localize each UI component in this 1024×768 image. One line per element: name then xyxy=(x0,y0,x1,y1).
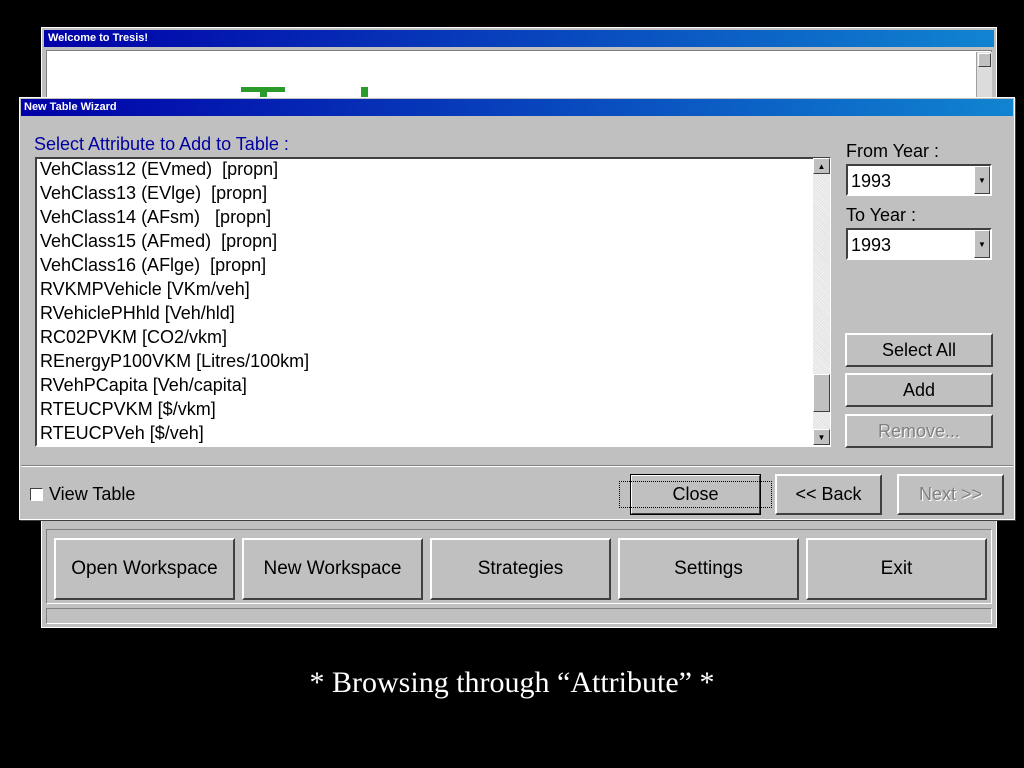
settings-button[interactable]: Settings xyxy=(618,538,799,600)
attribute-list-item[interactable]: VehClass16 (AFlge) [propn] xyxy=(37,255,829,279)
attribute-list-item[interactable]: VehClass13 (EVlge) [propn] xyxy=(37,183,829,207)
main-button-row: Open Workspace New Workspace Strategies … xyxy=(46,529,992,604)
scroll-up-icon[interactable] xyxy=(978,53,991,67)
back-button[interactable]: << Back xyxy=(775,474,882,515)
to-year-select[interactable]: 1993 ▼ xyxy=(846,228,992,260)
chevron-down-icon[interactable]: ▼ xyxy=(974,230,990,258)
attribute-list-label: Select Attribute to Add to Table : xyxy=(34,134,289,154)
dialog-top-panel: Select Attribute to Add to Table : VehCl… xyxy=(21,118,1013,466)
new-workspace-button[interactable]: New Workspace xyxy=(242,538,423,600)
attribute-list-scrollbar[interactable]: ▲ ▼ xyxy=(813,158,830,445)
scroll-up-arrow-icon[interactable]: ▲ xyxy=(813,158,830,174)
open-workspace-button[interactable]: Open Workspace xyxy=(54,538,235,600)
attribute-list-item[interactable]: RVehPCapita [Veh/capita] xyxy=(37,375,829,399)
dialog-title: New Table Wizard xyxy=(21,99,1013,116)
main-window-title: Welcome to Tresis! xyxy=(44,30,994,47)
slide-caption: * Browsing through “Attribute” * xyxy=(309,666,715,699)
next-button[interactable]: Next >> xyxy=(897,474,1004,515)
status-bar xyxy=(46,608,992,624)
attribute-list-item[interactable]: VehClass15 (AFmed) [propn] xyxy=(37,231,829,255)
add-button[interactable]: Add xyxy=(845,373,993,407)
attribute-list-item[interactable]: RTEUCPVeh [$/veh] xyxy=(37,423,829,445)
attribute-list-item[interactable]: VehClass12 (EVmed) [propn] xyxy=(37,159,829,183)
from-year-label: From Year : xyxy=(846,141,940,161)
attribute-list-item[interactable]: RTEUCPVKM [$/vkm] xyxy=(37,399,829,423)
select-all-button[interactable]: Select All xyxy=(845,333,993,367)
attribute-list[interactable]: VehClass12 (EVmed) [propn] VehClass13 (EV… xyxy=(35,157,831,447)
exit-button[interactable]: Exit xyxy=(806,538,987,600)
close-button[interactable]: Close xyxy=(619,474,772,515)
to-year-label: To Year : xyxy=(846,205,917,225)
attribute-list-item[interactable]: REnergyP100VKM [Litres/100km] xyxy=(37,351,829,375)
view-table-label: View Table xyxy=(49,484,136,504)
scroll-down-arrow-icon[interactable]: ▼ xyxy=(813,429,830,445)
strategies-button[interactable]: Strategies xyxy=(430,538,611,600)
new-table-wizard-dialog: New Table Wizard Select Attribute to Add… xyxy=(19,97,1015,520)
to-year-value: 1993 xyxy=(851,235,892,255)
view-table-checkbox[interactable] xyxy=(30,488,43,501)
close-button-label: Close xyxy=(619,481,772,508)
from-year-select[interactable]: 1993 ▼ xyxy=(846,164,992,196)
attribute-list-item[interactable]: RVKMPVehicle [VKm/veh] xyxy=(37,279,829,303)
chevron-down-icon[interactable]: ▼ xyxy=(974,166,990,194)
attribute-list-item[interactable]: RVehiclePHhld [Veh/hld] xyxy=(37,303,829,327)
attribute-list-item[interactable]: VehClass14 (AFsm) [propn] xyxy=(37,207,829,231)
scroll-thumb[interactable] xyxy=(813,374,830,412)
from-year-value: 1993 xyxy=(851,171,892,191)
remove-button[interactable]: Remove... xyxy=(845,414,993,448)
attribute-list-item[interactable]: RC02PVKM [CO2/vkm] xyxy=(37,327,829,351)
